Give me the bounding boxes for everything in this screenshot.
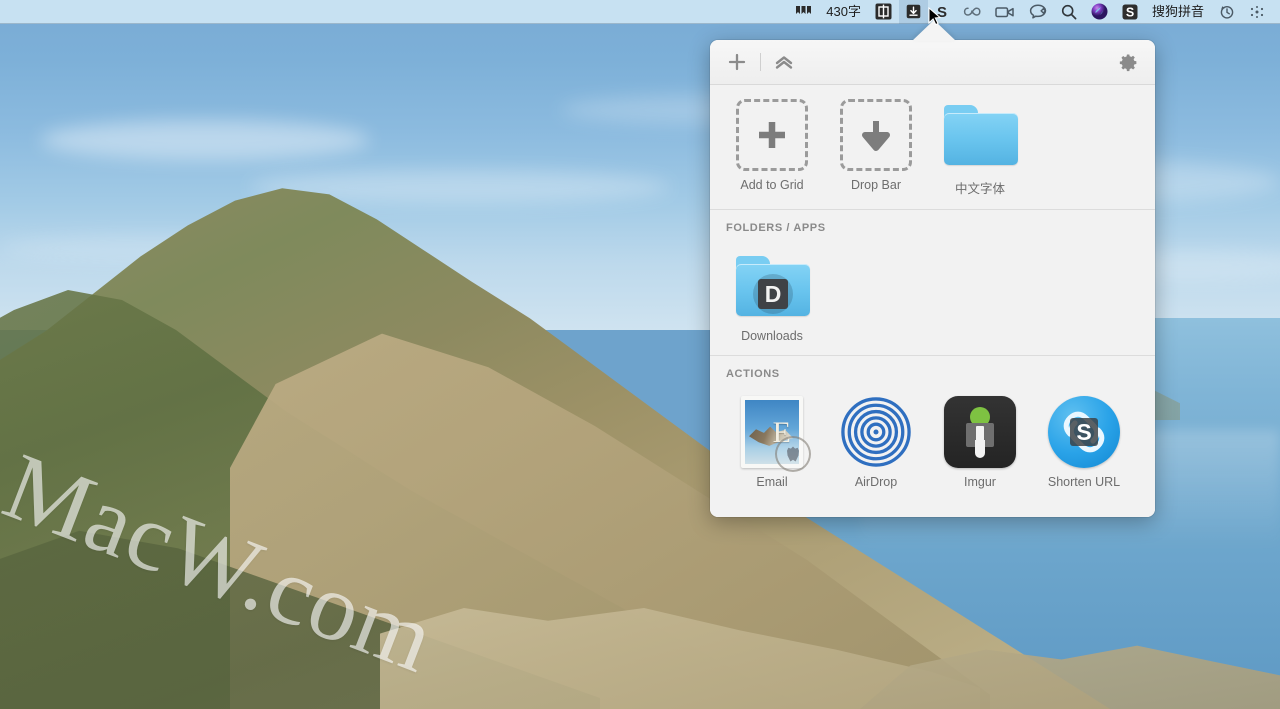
apple-logo-icon	[787, 446, 799, 462]
cell-add-to-grid[interactable]: Add to Grid	[720, 99, 824, 197]
add-item-button[interactable]	[724, 49, 750, 75]
svg-text:S: S	[937, 4, 947, 20]
cell-chinese-font-folder[interactable]: 中文字体	[928, 99, 1032, 197]
menubar-item-scatter[interactable]	[1242, 0, 1272, 24]
blue-folder-icon: D	[736, 256, 810, 316]
menubar-item-input-method[interactable]	[868, 0, 899, 24]
search-icon	[1061, 4, 1077, 19]
shorten-url-icon: S	[1048, 396, 1120, 468]
shorten-url-badge: S	[1070, 418, 1098, 446]
email-icon-wrap: E	[736, 396, 811, 472]
cell-label: AirDrop	[854, 475, 898, 489]
actions-row: E Email AirDrop Imgur S Shorten URL	[710, 382, 1155, 501]
menubar-item-creative-cloud[interactable]	[956, 0, 988, 24]
menubar-item-columns-icon[interactable]	[788, 0, 819, 24]
cloud	[40, 120, 370, 160]
menubar-item-spotlight[interactable]	[1054, 0, 1084, 24]
word-count-label: 430字	[826, 4, 861, 19]
downloads-icon-wrap: D	[736, 250, 810, 322]
menu-bar: 430字 S S 搜狗拼音	[0, 0, 1280, 24]
shorten-url-icon-wrap: S	[1048, 396, 1120, 468]
down-arrow-glyph-icon	[862, 121, 890, 151]
cell-airdrop-action[interactable]: AirDrop	[824, 396, 928, 489]
cell-label: Email	[756, 475, 788, 489]
menubar-item-siri[interactable]	[1084, 0, 1115, 24]
folder-badge: D	[753, 274, 793, 314]
sogou-pinyin-label: 搜狗拼音	[1151, 4, 1204, 19]
cell-shorten-url-action[interactable]: S Shorten URL	[1032, 396, 1136, 489]
menubar-item-word-count[interactable]: 430字	[819, 0, 868, 24]
dashed-down-arrow-icon	[840, 99, 912, 171]
quick-actions-row: Add to Grid Drop Bar 中文字体	[710, 85, 1155, 209]
folder-body	[944, 113, 1018, 165]
header-divider	[760, 53, 761, 71]
desktop-wallpaper: MacW.com 430字 S S 搜狗拼音 Add to Grid Drop …	[0, 0, 1280, 709]
imgur-white-stem	[975, 440, 985, 458]
cell-label: Downloads	[741, 329, 803, 343]
plus-glyph-icon	[759, 122, 785, 148]
folders-apps-section: FOLDERS / APPS D Downloads	[710, 210, 1155, 355]
menubar-item-sogou-logo[interactable]: S	[1115, 0, 1145, 24]
plus-icon	[728, 53, 746, 71]
postmark-circle	[775, 436, 811, 472]
airdrop-icon-wrap	[840, 396, 912, 468]
menubar-item-messages[interactable]	[1022, 0, 1054, 24]
cell-label: Add to Grid	[740, 178, 804, 192]
cell-email-action[interactable]: E Email	[720, 396, 824, 489]
folders-apps-title: FOLDERS / APPS	[726, 222, 826, 234]
menubar-item-screen-recorder[interactable]	[988, 0, 1022, 24]
cell-imgur-action[interactable]: Imgur	[928, 396, 1032, 489]
gear-icon	[1119, 53, 1136, 71]
infinity-loop-icon	[963, 6, 981, 16]
video-camera-icon	[995, 6, 1014, 17]
drop-bar-icon-wrap	[840, 99, 912, 171]
imgur-icon-wrap	[944, 396, 1016, 468]
settings-button[interactable]	[1115, 49, 1141, 75]
double-chevron-up-icon	[775, 56, 793, 69]
download-box-icon	[906, 4, 921, 19]
cell-label: Imgur	[964, 475, 996, 489]
menubar-item-time-machine[interactable]	[1211, 0, 1242, 24]
cell-label: 中文字体	[954, 182, 1005, 196]
popover-pointer-arrow	[912, 20, 956, 41]
quick-actions-section: Add to Grid Drop Bar 中文字体	[710, 85, 1155, 209]
cell-label: Drop Bar	[850, 178, 902, 192]
mail-stamp-icon: E	[741, 396, 811, 472]
panel-header	[710, 40, 1155, 85]
blue-folder-icon	[944, 105, 1018, 165]
svg-text:S: S	[1126, 5, 1134, 19]
scatter-dots-icon	[1250, 5, 1264, 18]
columns-icon	[796, 5, 812, 14]
actions-title: ACTIONS	[726, 368, 780, 380]
s-letter-icon: S	[937, 4, 947, 20]
cell-label: Shorten URL	[1047, 475, 1121, 489]
folder-badge-letter: D	[758, 279, 788, 309]
cell-drop-bar[interactable]: Drop Bar	[824, 99, 928, 197]
menubar-item-sogou-pinyin-label[interactable]: 搜狗拼音	[1145, 0, 1211, 24]
airdrop-rings-icon	[841, 397, 911, 467]
cell-downloads-folder[interactable]: D Downloads	[720, 250, 824, 343]
dropbar-popover-panel: Add to Grid Drop Bar 中文字体 FOLDERS / APPS…	[710, 40, 1155, 517]
actions-section: ACTIONS E Email AirDrop Imgur S Shorten …	[710, 356, 1155, 517]
add-to-grid-icon-wrap	[736, 99, 808, 171]
collapse-button[interactable]	[771, 49, 797, 75]
siri-orb-icon	[1091, 3, 1108, 20]
speech-bubble-icon	[1029, 4, 1047, 19]
folders-apps-row: D Downloads	[710, 236, 1155, 355]
chinese-font-folder-icon-wrap	[944, 99, 1018, 171]
sogou-s-icon: S	[1122, 4, 1138, 19]
clock-back-icon	[1220, 5, 1234, 19]
dashed-plus-icon	[736, 99, 808, 171]
imgur-icon	[944, 396, 1016, 468]
panel-bottom-padding	[710, 501, 1155, 517]
chinese-zhong-icon	[875, 3, 892, 20]
